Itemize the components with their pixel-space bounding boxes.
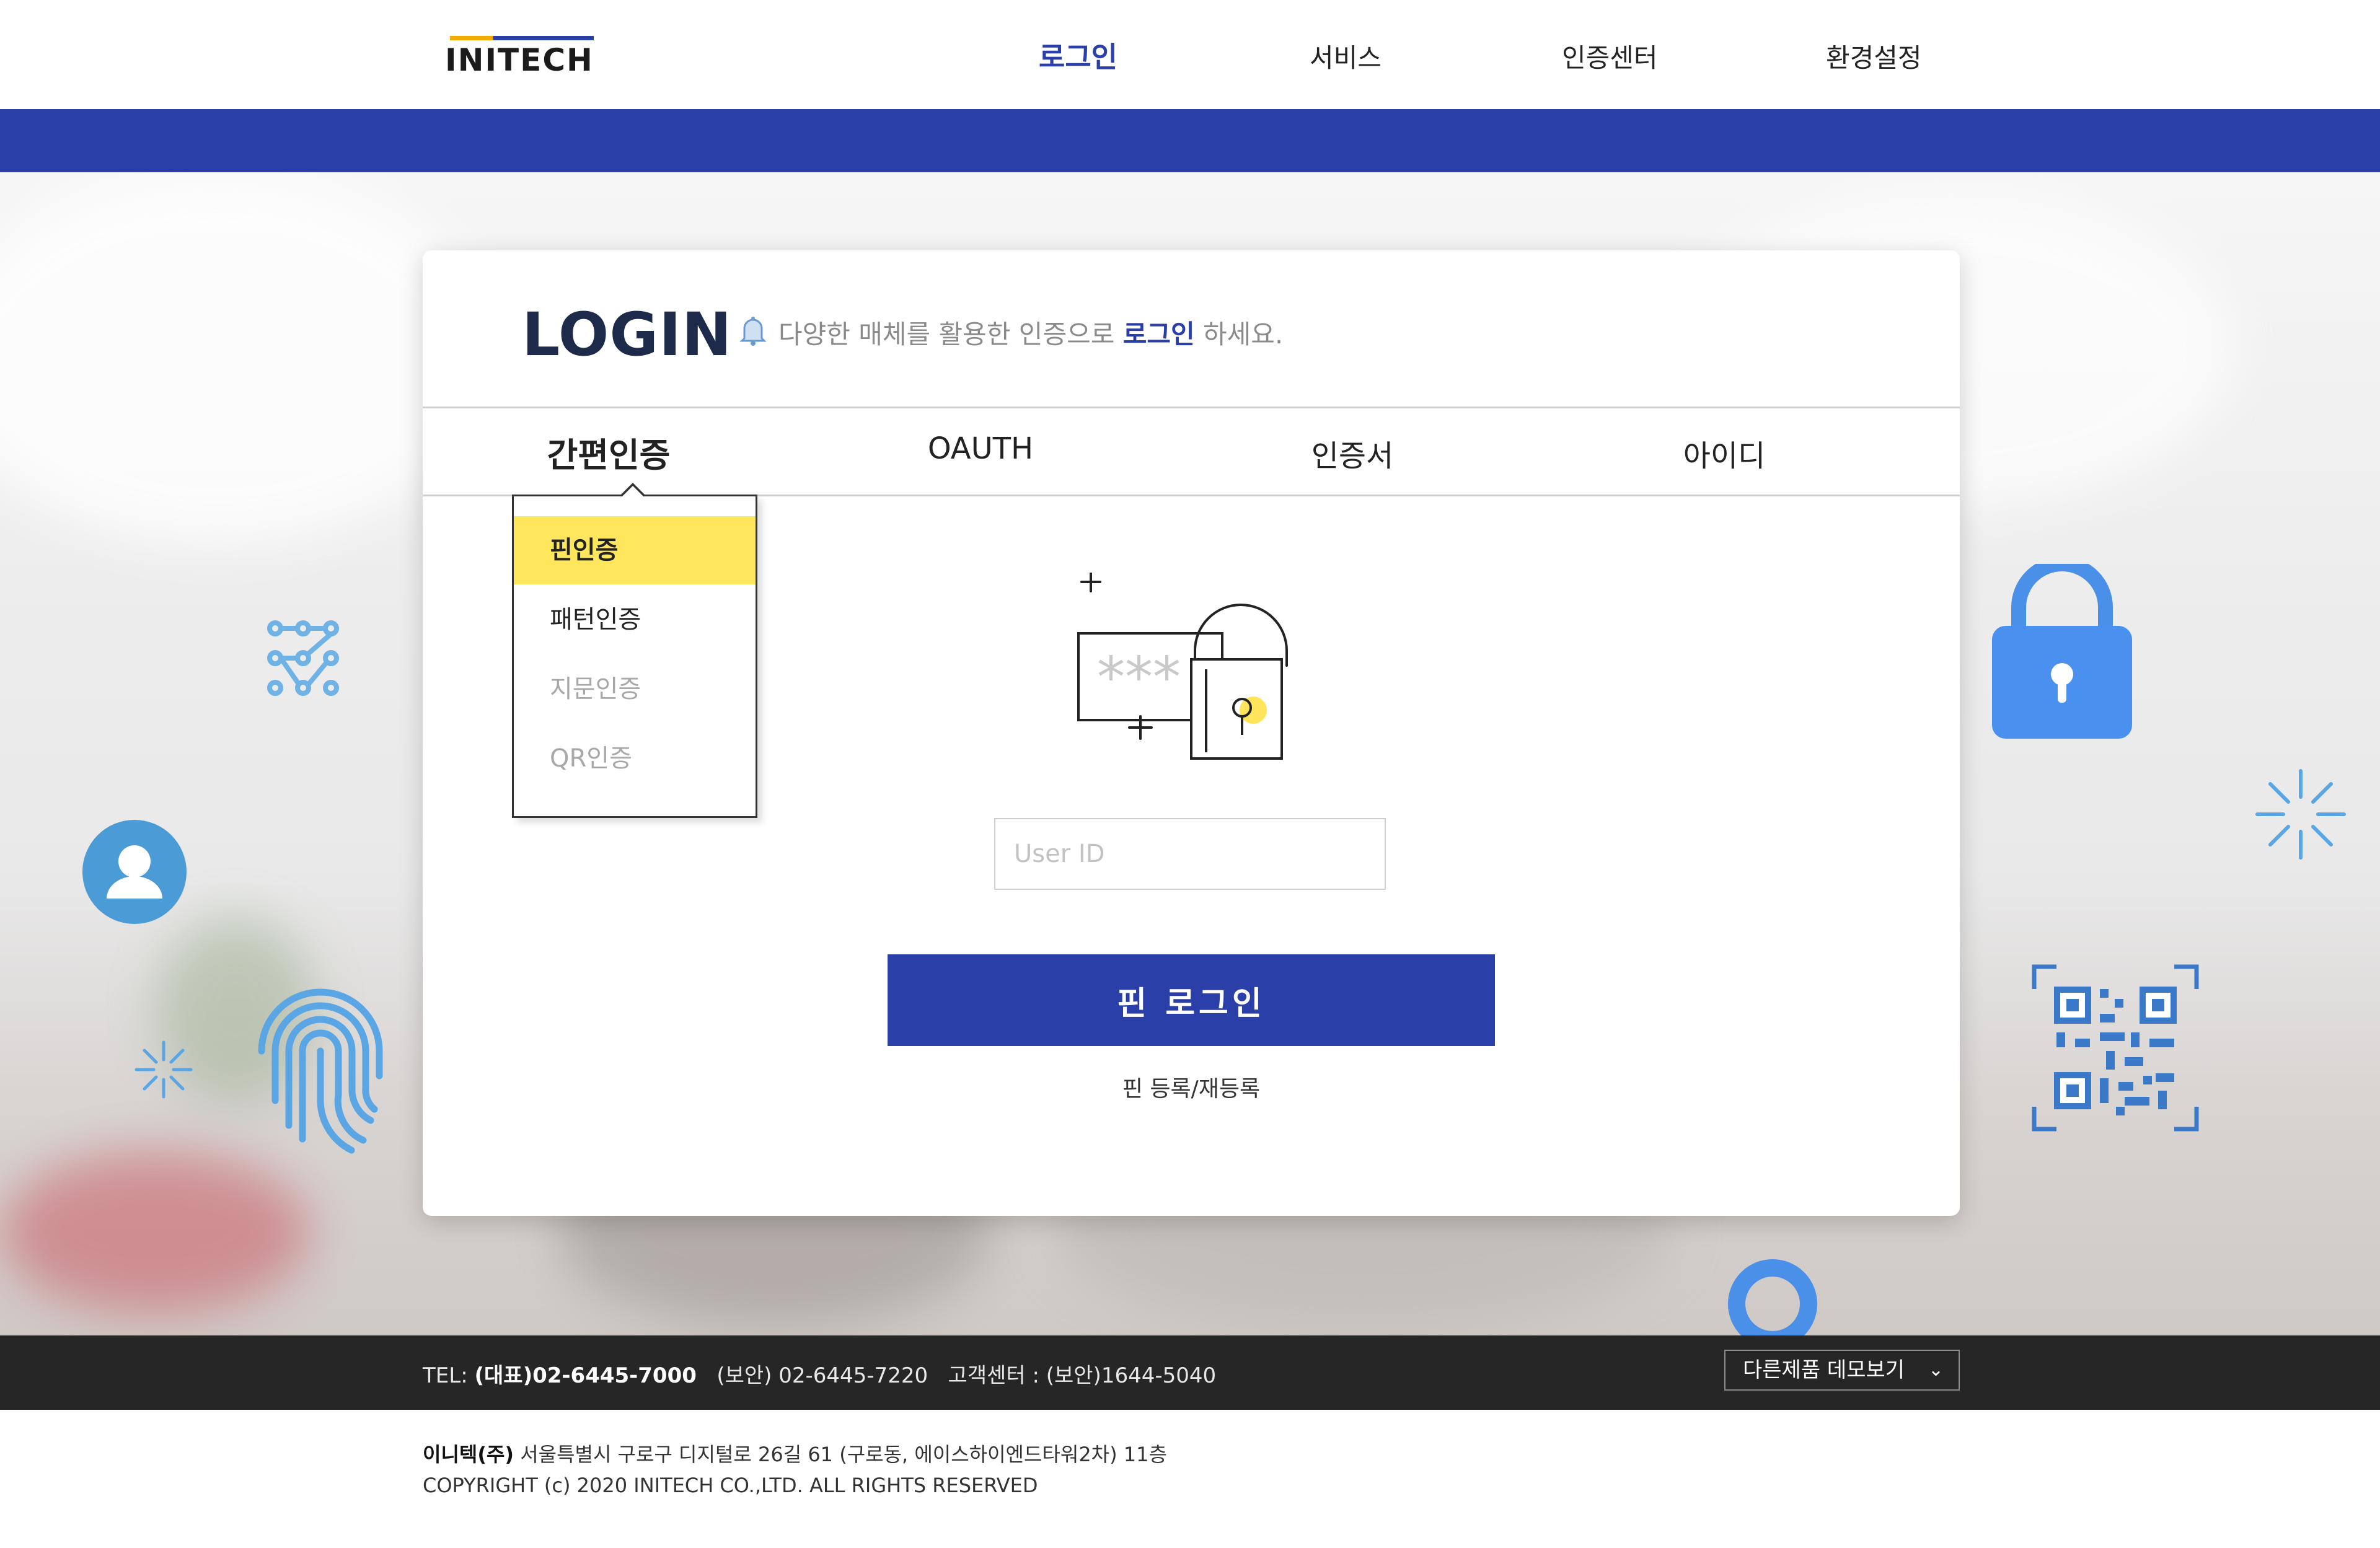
company-address: 서울특별시 구로구 디지털로 26길 61 (구로동, 에이스하이엔드타워2차)…	[520, 1443, 1167, 1466]
ring-decoration-icon	[1728, 1259, 1817, 1335]
login-title: LOGIN	[522, 300, 733, 369]
pin-login-button[interactable]: 핀 로그인	[888, 954, 1495, 1046]
user-id-input[interactable]	[994, 818, 1386, 890]
dropdown-item-qr[interactable]: QR인증	[514, 724, 756, 793]
qr-code-icon	[2032, 964, 2199, 1132]
subtitle-text: 다양한 매체를 활용한 인증으로	[778, 319, 1123, 350]
company-name: 이니텍(주)	[423, 1443, 514, 1466]
user-avatar-icon	[82, 820, 187, 924]
login-card: LOGIN 다양한 매체를 활용한 인증으로 로그인 하세요. 간편인증 OAU…	[423, 250, 1960, 1216]
pin-register-link[interactable]: 핀 등록/재등록	[1067, 1071, 1315, 1103]
login-subtitle: 다양한 매체를 활용한 인증으로 로그인 하세요.	[778, 314, 1283, 351]
customer-center: 고객센터 : (보안)1644-5040	[948, 1363, 1217, 1388]
dropdown-item-pin[interactable]: 핀인증	[514, 516, 756, 584]
nav-login[interactable]: 로그인	[1039, 35, 1117, 76]
sparkle-icon	[134, 1040, 193, 1099]
header: INITECH 로그인 서비스 인증센터 환경설정	[0, 0, 2380, 109]
tel-main: (대표)02-6445-7000	[474, 1363, 697, 1388]
footer-copyright: COPYRIGHT (c) 2020 INITECH CO.,LTD. ALL …	[423, 1474, 1038, 1497]
tab-certificate[interactable]: 인증서	[1166, 431, 1538, 475]
demo-button-label: 다른제품 데모보기	[1743, 1358, 1905, 1383]
tel-label: TEL:	[423, 1363, 475, 1388]
subtitle-highlight: 로그인	[1122, 319, 1195, 350]
logo-accent-bar	[450, 36, 594, 40]
bg-blur	[0, 172, 496, 544]
dropdown-item-fingerprint[interactable]: 지문인증	[514, 655, 756, 723]
subtitle-text-end: 하세요.	[1194, 319, 1284, 350]
initech-logo[interactable]: INITECH	[445, 36, 594, 79]
svg-text:***: ***	[1097, 645, 1181, 710]
other-products-demo-button[interactable]: 다른제품 데모보기 ⌄	[1724, 1350, 1960, 1391]
nav-settings[interactable]: 환경설정	[1826, 37, 1922, 75]
logo-text: INITECH	[445, 42, 594, 78]
pin-password-illustration-icon: ***	[1077, 573, 1288, 760]
tab-simple-auth[interactable]: 간편인증	[423, 428, 795, 477]
footer-address: 이니텍(주) 서울특별시 구로구 디지털로 26길 61 (구로동, 에이스하이…	[423, 1439, 1167, 1467]
fingerprint-icon	[258, 988, 383, 1154]
tel-security: (보안) 02-6445-7220	[716, 1363, 928, 1388]
tab-oauth[interactable]: OAUTH	[795, 431, 1166, 466]
footer-contact: TEL: (대표)02-6445-7000 (보안) 02-6445-7220 …	[423, 1358, 1216, 1389]
header-band	[0, 109, 2380, 172]
lock-icon	[1992, 564, 2132, 739]
bell-icon	[739, 317, 767, 346]
sparkle-icon	[2255, 769, 2346, 860]
nav-service[interactable]: 서비스	[1310, 37, 1382, 75]
auth-method-dropdown: 핀인증 패턴인증 지문인증 QR인증	[512, 483, 757, 818]
dropdown-notch-inner	[622, 486, 643, 496]
dropdown-item-pattern[interactable]: 패턴인증	[514, 586, 756, 654]
tab-id[interactable]: 아이디	[1538, 431, 1910, 475]
tabs-divider-top	[423, 407, 1960, 408]
pattern-icon	[267, 620, 339, 696]
nav-auth-center[interactable]: 인증센터	[1562, 37, 1658, 75]
bg-blur	[0, 1151, 310, 1313]
chevron-down-icon: ⌄	[1928, 1359, 1944, 1381]
